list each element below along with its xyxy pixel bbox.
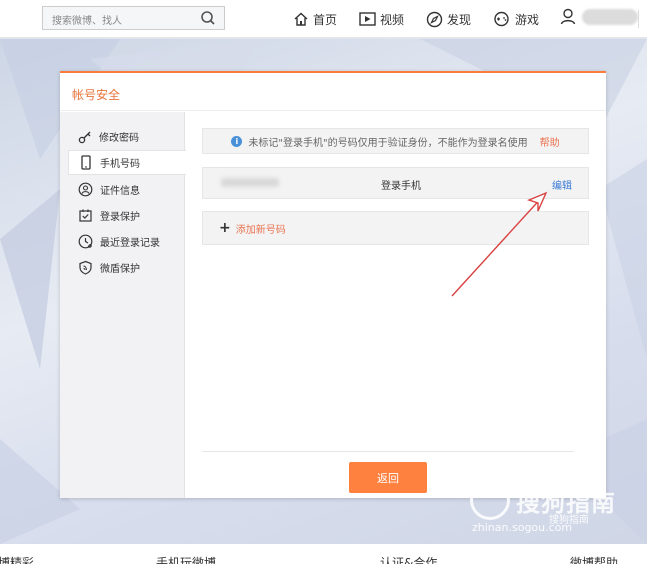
sidebar-item-change-password[interactable]: 修改密码 [68, 124, 185, 149]
sidebar-item-login-history[interactable]: 最近登录记录 [68, 229, 185, 254]
sidebar-item-weidun[interactable]: 微盾保护 [68, 255, 185, 280]
sidebar-item-id-info[interactable]: 证件信息 [68, 177, 185, 202]
back-button[interactable]: 返回 [349, 462, 427, 493]
phone-settings-content: i 未标记"登录手机"的号码仅用于验证身份，不能作为登录名使用 帮助 登录手机 … [186, 112, 606, 498]
plus-icon: + [219, 220, 231, 236]
masked-phone-number [221, 178, 279, 187]
sidebar-item-label: 手机号码 [100, 159, 140, 170]
compass-icon [426, 11, 443, 27]
nav-game[interactable]: 游戏 [492, 9, 539, 29]
divider [202, 451, 574, 452]
page-footer: 微博精彩 手机玩微博 认证&合作 微博帮助 [0, 544, 647, 564]
shield-check-icon [79, 209, 92, 222]
phone-number-row: 登录手机 编辑 [202, 167, 589, 199]
sidebar-item-phone[interactable]: 手机号码 [68, 150, 186, 175]
info-notice: i 未标记"登录手机"的号码仅用于验证身份，不能作为登录名使用 帮助 [202, 128, 589, 154]
edit-link[interactable]: 编辑 [552, 177, 572, 192]
account-security-panel: 帐号安全 修改密码 手机号码 证件信息 登录保护 最近登录记录 微盾保护 i 未… [60, 71, 606, 498]
info-icon: i [231, 135, 243, 147]
user-icon [560, 8, 576, 25]
nav-video-label: 视频 [380, 12, 405, 27]
sidebar-item-label: 最近登录记录 [100, 238, 160, 249]
search-icon[interactable] [200, 10, 216, 29]
watermark-url: zhinan.sogou.com [472, 521, 573, 534]
footer-link[interactable]: 手机玩微博 [156, 554, 216, 564]
sidebar-item-label: 登录保护 [100, 212, 140, 223]
search-input[interactable]: 搜索微博、找人 [52, 12, 122, 27]
sogou-logo-icon [470, 480, 510, 520]
id-icon [78, 182, 93, 197]
add-number-label: 添加新号码 [235, 224, 286, 236]
username-masked [582, 8, 638, 25]
nav-video[interactable]: 视频 [359, 9, 404, 29]
topbar-divider [638, 10, 639, 28]
settings-sidebar: 修改密码 手机号码 证件信息 登录保护 最近登录记录 微盾保护 [60, 112, 186, 498]
phone-icon [81, 155, 91, 170]
notice-text: 未标记"登录手机"的号码仅用于验证身份，不能作为登录名使用 [248, 137, 528, 149]
nav-home[interactable]: 首页 [293, 9, 337, 29]
user-menu[interactable] [560, 8, 638, 25]
top-navigation-bar: 搜索微博、找人 首页 视频 发现 游戏 [0, 0, 647, 38]
shield-icon [79, 260, 92, 275]
help-link[interactable]: 帮助 [540, 134, 560, 149]
search-box[interactable]: 搜索微博、找人 [42, 6, 225, 30]
home-icon [294, 12, 308, 26]
history-icon [78, 234, 93, 249]
watermark-logo: 搜狗指南 [470, 480, 616, 520]
footer-link[interactable]: 认证&合作 [380, 554, 437, 564]
gamepad-icon [494, 11, 509, 27]
video-icon [359, 12, 376, 26]
nav-home-label: 首页 [313, 12, 338, 27]
panel-header: 帐号安全 [60, 73, 606, 111]
footer-link[interactable]: 微博帮助 [570, 554, 618, 564]
key-icon [78, 131, 91, 143]
panel-title: 帐号安全 [72, 88, 121, 102]
sidebar-item-label: 修改密码 [99, 133, 139, 144]
sidebar-item-label: 证件信息 [100, 186, 140, 197]
login-phone-label: 登录手机 [381, 181, 421, 192]
nav-discover-label: 发现 [447, 12, 472, 27]
nav-game-label: 游戏 [515, 12, 540, 27]
sidebar-item-label: 微盾保护 [100, 264, 140, 275]
sidebar-item-login-protection[interactable]: 登录保护 [68, 203, 185, 228]
footer-link[interactable]: 微博精彩 [0, 554, 34, 564]
nav-discover[interactable]: 发现 [426, 9, 471, 29]
add-number-row[interactable]: + 添加新号码 [202, 211, 589, 245]
